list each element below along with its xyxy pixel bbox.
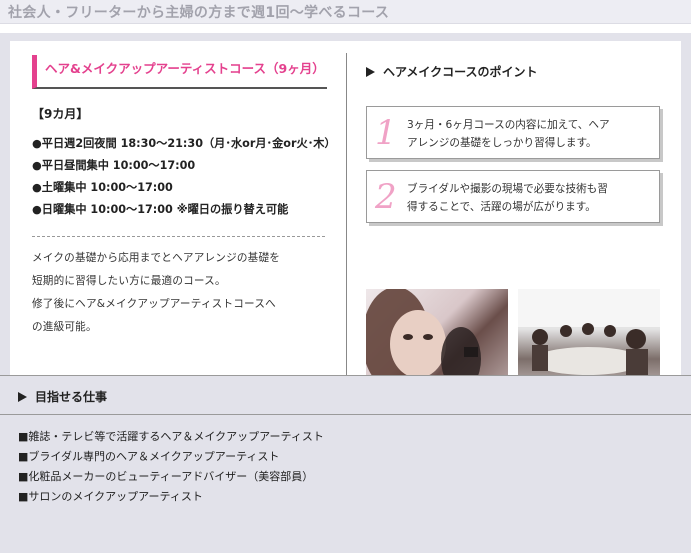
photo-illustration xyxy=(366,289,481,389)
jobs-heading: 目指せる仕事 xyxy=(18,388,107,405)
banner-text: 社会人・フリーターから主婦の方まで週1回〜学べるコース xyxy=(8,5,390,21)
vertical-divider xyxy=(346,53,347,388)
point-text-line: 得することで、活躍の場が広がります。 xyxy=(407,201,596,213)
course-title-text: ヘア&メイクアップアーティストコース（9ヶ月） xyxy=(45,61,325,76)
point-text-line: ブライダルや撮影の現場で必要な技術も習 xyxy=(407,183,608,195)
dashed-divider xyxy=(32,236,325,237)
jobs-heading-text: 目指せる仕事 xyxy=(35,390,108,404)
description-line: メイクの基礎から応用までとヘアアレンジの基礎を xyxy=(32,252,281,264)
points-heading: ヘアメイクコースのポイント xyxy=(366,63,538,80)
triangle-right-icon xyxy=(18,392,27,402)
makeup-closeup-photo xyxy=(366,289,508,389)
job-item: ■雑誌・テレビ等で活躍するヘア＆メイクアップアーティスト xyxy=(18,430,324,443)
point-text: ブライダルや撮影の現場で必要な技術も習 得することで、活躍の場が広がります。 xyxy=(407,180,653,216)
description-line: の進級可能。 xyxy=(32,321,97,333)
jobs-list: ■雑誌・テレビ等で活躍するヘア＆メイクアップアーティスト ■ブライダル専門のヘア… xyxy=(18,427,678,507)
point-text-line: 3ヶ月・6ヶ月コースの内容に加えて、ヘア xyxy=(407,119,610,131)
top-banner: 社会人・フリーターから主婦の方まで週1回〜学べるコース xyxy=(0,0,691,24)
course-panel: ヘア&メイクアップアーティストコース（9ヶ月） 【9カ月】 ●平日週2回夜間 1… xyxy=(10,41,681,398)
point-number: 2 xyxy=(375,177,397,217)
job-item: ■サロンのメイクアップアーティスト xyxy=(18,490,203,503)
job-item: ■ブライダル専門のヘア＆メイクアップアーティスト xyxy=(18,450,280,463)
jobs-heading-bar: 目指せる仕事 xyxy=(0,375,691,415)
course-title: ヘア&メイクアップアーティストコース（9ヶ月） xyxy=(32,55,327,89)
description-line: 修了後にヘア&メイクアップアーティストコースへ xyxy=(32,298,276,310)
point-card-2: 2 ブライダルや撮影の現場で必要な技術も習 得することで、活躍の場が広がります。 xyxy=(366,170,660,223)
point-number: 1 xyxy=(375,113,397,153)
schedule-item: ●平日週2回夜間 18:30〜21:30（月･水or月･金or火･木） xyxy=(32,137,336,150)
photo-illustration xyxy=(518,289,660,381)
description-line: 短期的に習得したい方に最適のコース。 xyxy=(32,275,226,287)
course-description: メイクの基礎から応用までとヘアアレンジの基礎を 短期的に習得したい方に最適のコー… xyxy=(32,247,332,339)
schedule-item: ●平日昼間集中 10:00〜17:00 xyxy=(32,159,196,172)
schedule-item: ●日曜集中 10:00〜17:00 ※曜日の振り替え可能 xyxy=(32,203,289,216)
classroom-photo xyxy=(518,289,660,389)
triangle-right-icon xyxy=(366,67,375,77)
point-card-1: 1 3ヶ月・6ヶ月コースの内容に加えて、ヘア アレンジの基礎をしっかり習得します… xyxy=(366,106,660,159)
job-item: ■化粧品メーカーのビューティーアドバイザー（美容部員） xyxy=(18,470,314,483)
schedule-list: ●平日週2回夜間 18:30〜21:30（月･水or月･金or火･木） ●平日昼… xyxy=(32,133,336,221)
points-heading-text: ヘアメイクコースのポイント xyxy=(383,65,538,79)
course-period: 【9カ月】 xyxy=(32,107,89,121)
point-text-line: アレンジの基礎をしっかり習得します。 xyxy=(407,137,597,149)
point-text: 3ヶ月・6ヶ月コースの内容に加えて、ヘア アレンジの基礎をしっかり習得します。 xyxy=(407,116,653,152)
schedule-item: ●土曜集中 10:00〜17:00 xyxy=(32,181,173,194)
